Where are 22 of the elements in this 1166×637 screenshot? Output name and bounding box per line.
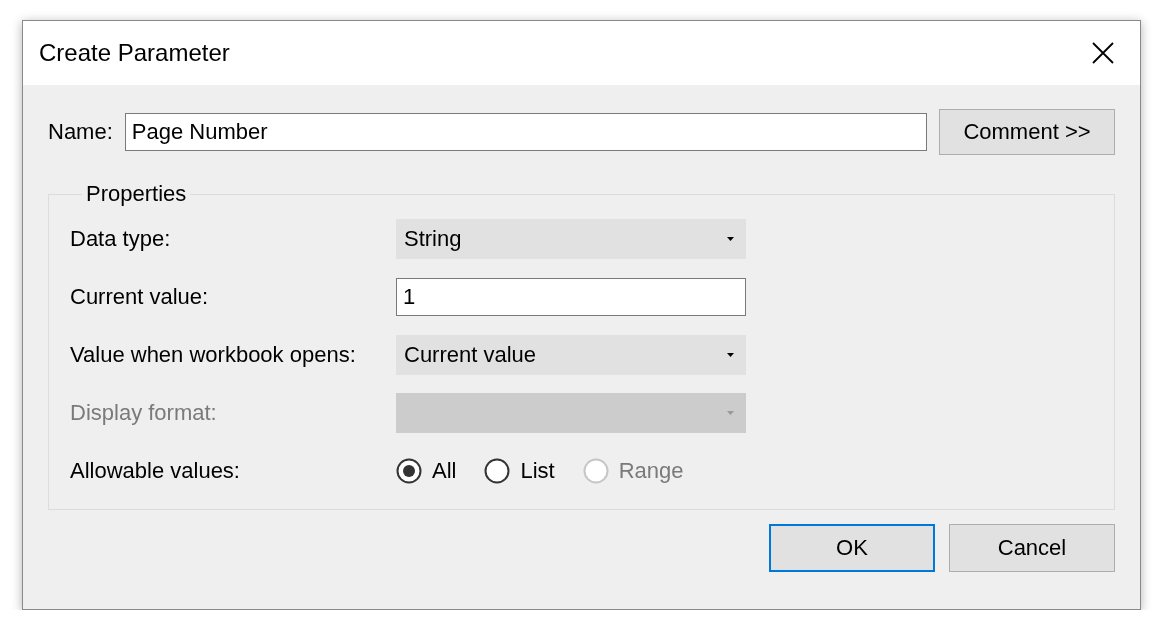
caret-icon <box>727 411 734 415</box>
field-label: Name: <box>48 119 113 145</box>
radio-button[interactable] <box>396 458 422 484</box>
field-label: Display format: <box>70 400 218 426</box>
caret-icon <box>727 237 734 241</box>
radio-button[interactable] <box>484 458 511 484</box>
comment-button[interactable]: Comment >> <box>939 109 1115 155</box>
dropdown[interactable]: Current value <box>396 335 746 375</box>
name-input[interactable]: Page Number <box>124 113 927 151</box>
cancel-button[interactable]: Cancel <box>949 524 1115 572</box>
caret-icon <box>727 353 734 357</box>
ok-button[interactable]: OK <box>769 524 935 572</box>
radio-option[interactable]: List <box>484 458 555 484</box>
dropdown[interactable]: String <box>396 219 746 259</box>
field-label: Value when workbook opens: <box>70 342 357 368</box>
field-label: Data type: <box>70 226 172 252</box>
group-title: Properties <box>85 181 188 207</box>
window-title: Create Parameter <box>39 39 230 67</box>
field-label: Allowable values: <box>70 458 241 484</box>
value-input[interactable]: 1 <box>396 278 746 316</box>
radio-option[interactable]: All <box>396 458 457 484</box>
field-label: Current value: <box>70 284 210 310</box>
